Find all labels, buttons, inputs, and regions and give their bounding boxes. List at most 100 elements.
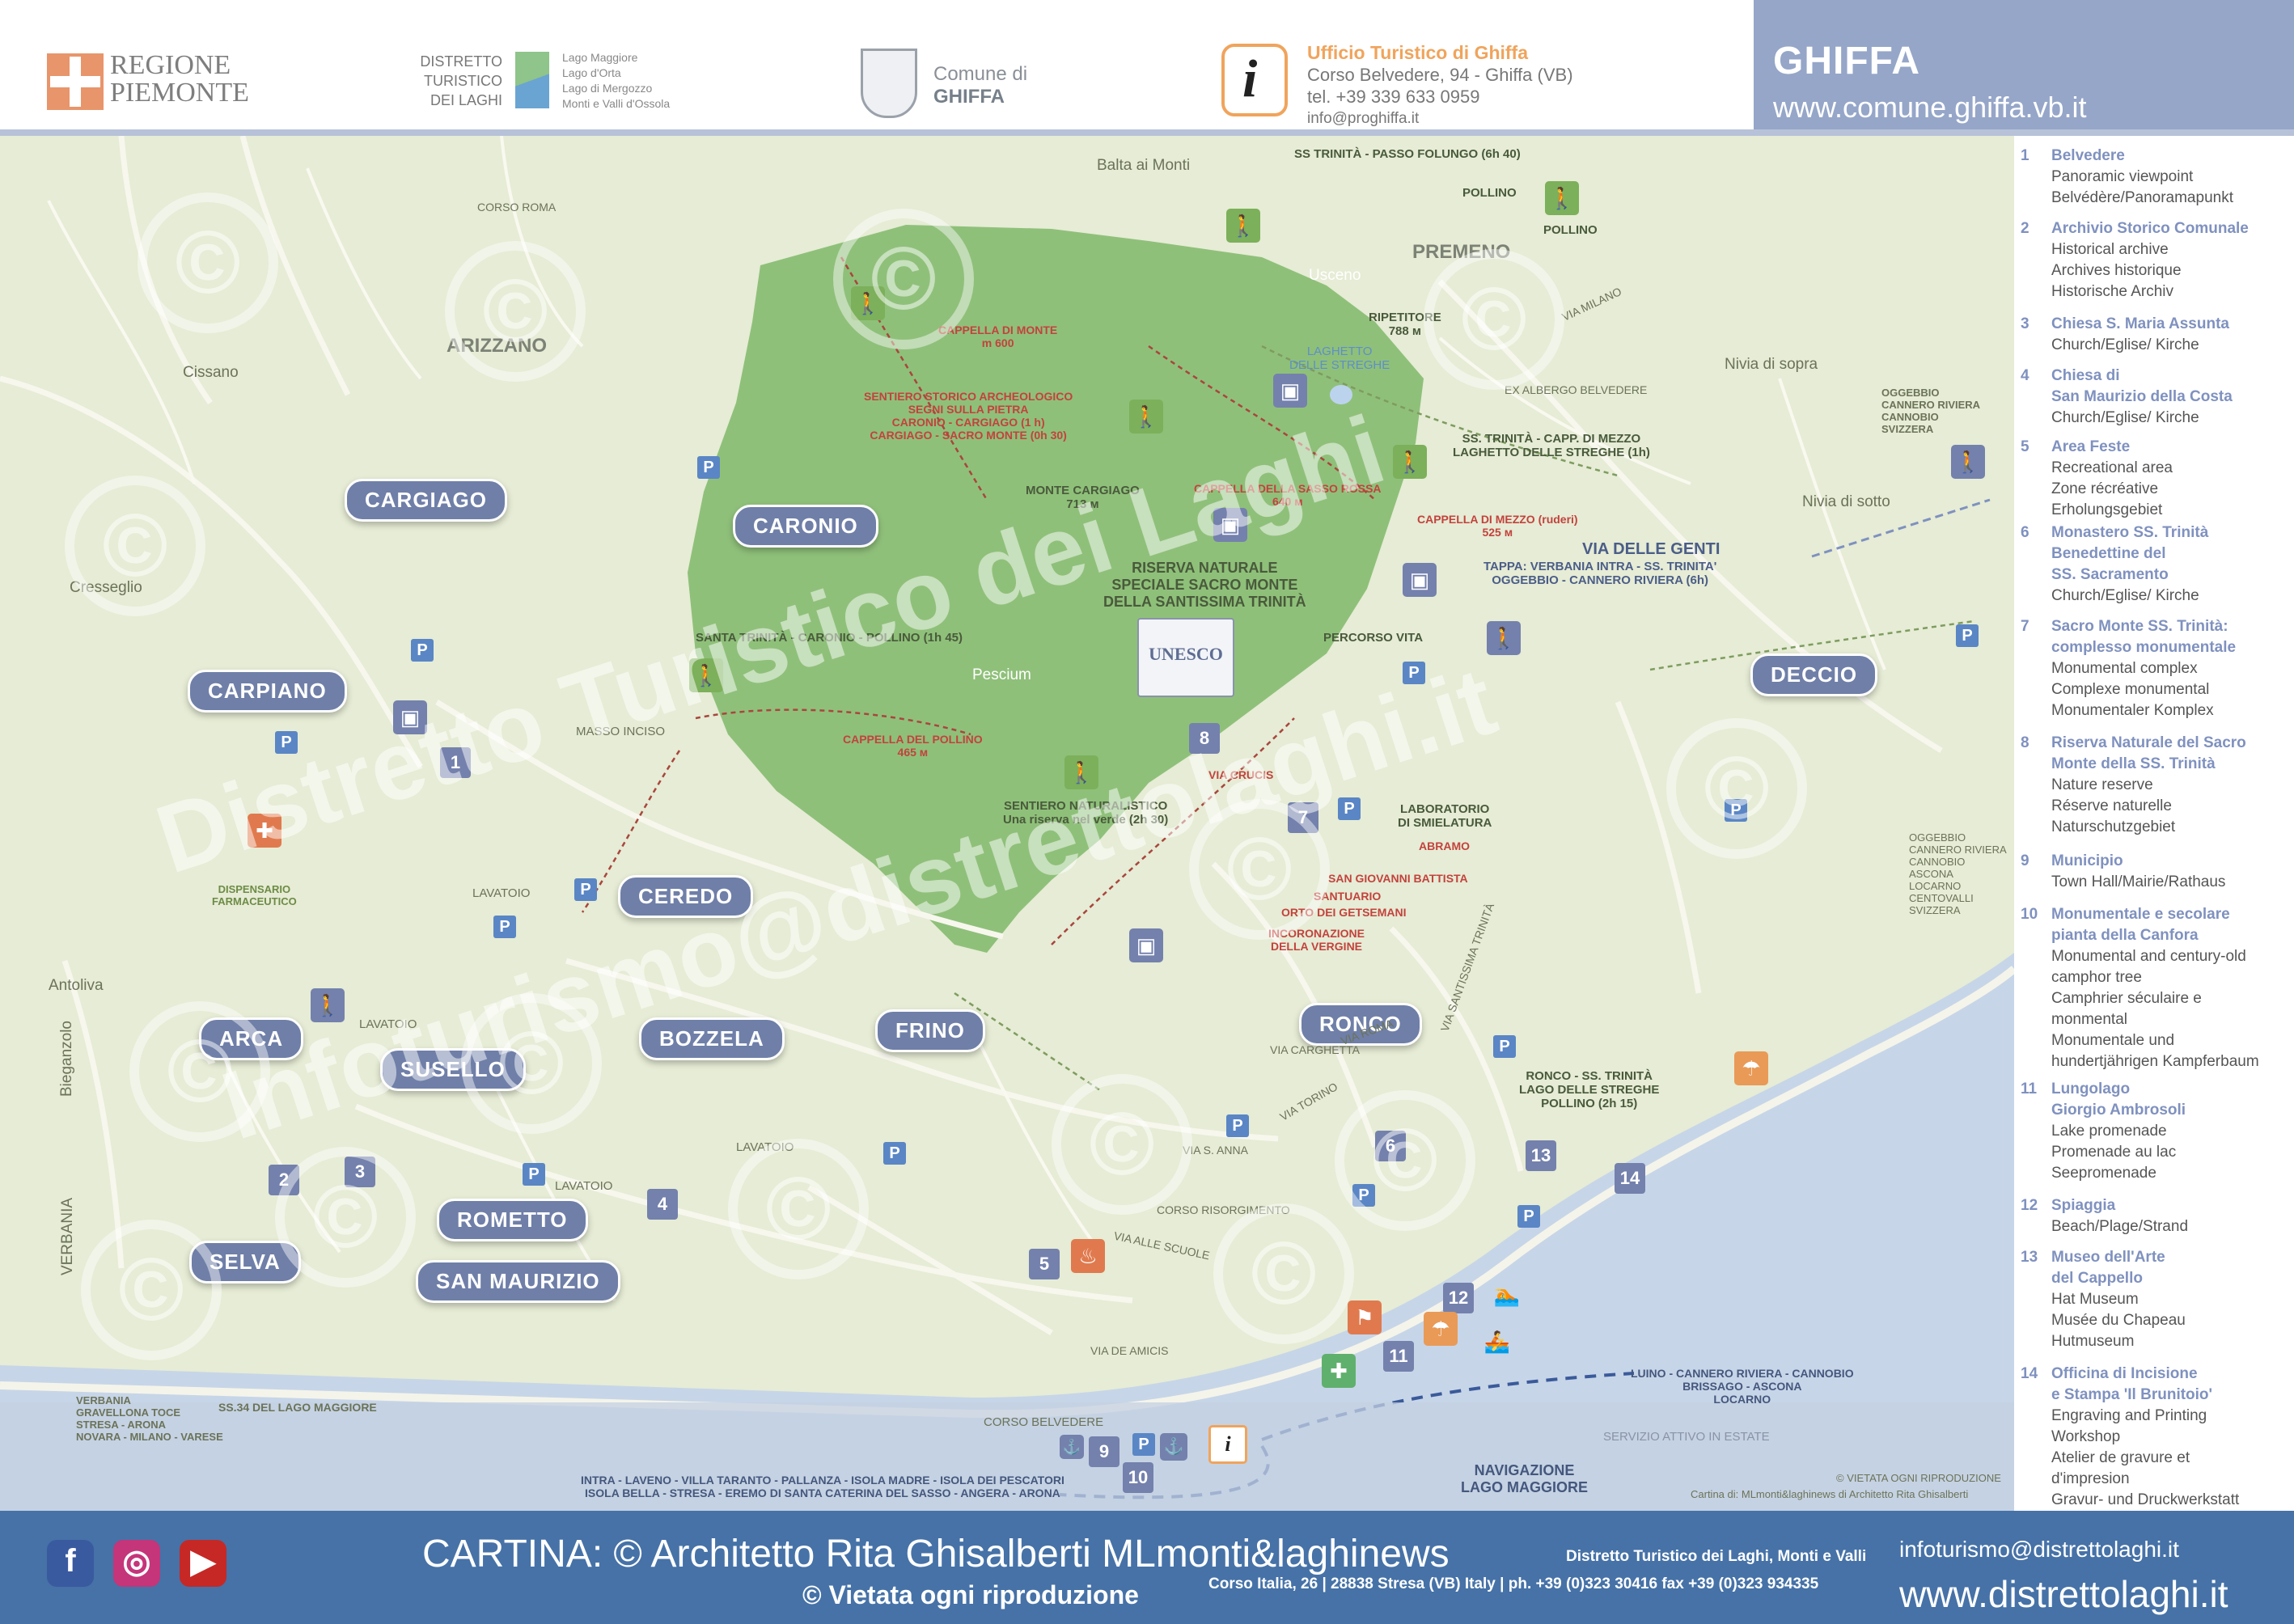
- facebook-icon[interactable]: f: [47, 1540, 94, 1587]
- legend-sub: Engraving and Printing Workshop Atelier …: [2051, 1407, 2240, 1508]
- poi-cappella-sasso: CAPPELLA DELLA SASSO ROSSA 640 м: [1194, 482, 1382, 508]
- place-nivia-sotto: Nivia di sotto: [1802, 493, 1890, 510]
- label-verbania-directions: VERBANIA GRAVELLONA TOCE STRESA - ARONA …: [76, 1394, 223, 1443]
- poi-badge-6[interactable]: 6: [1375, 1131, 1406, 1161]
- town-carpiano[interactable]: CARPIANO: [188, 670, 347, 713]
- town-cargiago[interactable]: CARGIAGO: [345, 479, 507, 522]
- ufficio-tel[interactable]: tel. +39 339 633 0959: [1307, 86, 1573, 108]
- town-selva[interactable]: SELVA: [189, 1241, 301, 1284]
- footer-website[interactable]: www.distrettolaghi.it: [1899, 1572, 2228, 1616]
- town-frino[interactable]: FRINO: [875, 1009, 985, 1052]
- poi-badge-2[interactable]: 2: [269, 1165, 299, 1195]
- hiking-icon: 🚶: [1129, 400, 1163, 433]
- map-area[interactable]: UNESCO CARGIAGO CARONIO CARPIANO CEREDO …: [0, 136, 2014, 1511]
- distretto-logo-icon: [515, 52, 549, 108]
- poi-badge-3[interactable]: 3: [345, 1157, 375, 1187]
- street-via-s-anna: VIA S. ANNA: [1183, 1144, 1248, 1157]
- ufficio-email[interactable]: info@proghiffa.it: [1307, 108, 1573, 129]
- poi-badge-13[interactable]: 13: [1526, 1140, 1556, 1171]
- route-santa-trinita-caronio: SANTA TRINITÀ - CARONIO - POLLINO (1h 45…: [696, 631, 963, 645]
- swimming-icon: 🏊: [1493, 1283, 1521, 1307]
- first-aid-icon: ✚: [248, 814, 281, 848]
- footer-email[interactable]: infoturismo@distrettolaghi.it: [1899, 1537, 2179, 1563]
- hiking-icon: 🚶: [1951, 445, 1985, 479]
- town-san-maurizio[interactable]: SAN MAURIZIO: [416, 1260, 620, 1303]
- town-caronio[interactable]: CARONIO: [733, 505, 878, 548]
- parking-icon: P: [275, 731, 298, 754]
- tourist-info-icon[interactable]: i: [1208, 1425, 1247, 1464]
- place-nivia-sopra: Nivia di sopra: [1725, 356, 1818, 373]
- unesco-badge: UNESCO: [1137, 618, 1234, 697]
- laghetto-delle-streghe: [1330, 385, 1352, 404]
- legend-title: Sacro Monte SS. Trinità: complesso monum…: [2051, 618, 2237, 656]
- parking-icon: P: [1493, 1035, 1516, 1058]
- boat-icon: ⚓: [1060, 1435, 1084, 1459]
- poi-badge-9[interactable]: 9: [1089, 1436, 1119, 1467]
- legend-number: 5: [2021, 438, 2029, 455]
- regione-line1: REGIONE: [110, 50, 231, 80]
- legend-number: 10: [2021, 906, 2038, 923]
- legend-sub: Beach/Plage/Strand: [2051, 1218, 2189, 1235]
- poi-monte-cargiago: MONTE CARGIAGO 713 м: [1026, 484, 1140, 511]
- poi-badge-10[interactable]: 10: [1123, 1462, 1153, 1493]
- poi-cappella-pollino: CAPPELLA DEL POLLINO 465 м: [843, 733, 983, 759]
- youtube-icon[interactable]: ▶: [180, 1540, 226, 1587]
- town-arca[interactable]: ARCA: [199, 1017, 304, 1060]
- town-ceredo[interactable]: CEREDO: [618, 875, 754, 918]
- legend-title: Monastero SS. Trinità Benedettine del SS…: [2051, 524, 2209, 583]
- beach-umbrella-icon: ☂: [1424, 1312, 1458, 1346]
- poi-badge-4[interactable]: 4: [647, 1189, 678, 1220]
- legend-title: Area Feste: [2051, 438, 2131, 455]
- poi-lavatoio-1: LAVATOIO: [472, 886, 531, 900]
- poi-laghetto: LAGHETTO DELLE STREGHE: [1289, 345, 1390, 372]
- regione-line2: PIEMONTE: [110, 78, 249, 108]
- instagram-icon[interactable]: ◎: [113, 1540, 160, 1587]
- legend-item-1[interactable]: 1 Belvedere Panoramic viewpoint Belvédèr…: [2021, 146, 2292, 210]
- legend-sub: Church/Eglise/ Kirche: [2051, 409, 2199, 426]
- legend-title: Monumentale e secolare pianta della Canf…: [2051, 906, 2230, 944]
- poi-lavatoio-3: LAVATOIO: [555, 1179, 613, 1193]
- beach-umbrella-icon: ☂: [1734, 1051, 1768, 1085]
- poi-badge-12[interactable]: 12: [1443, 1283, 1474, 1313]
- poi-dispensario: DISPENSARIO FARMACEUTICO: [212, 883, 297, 907]
- town-susello[interactable]: SUSELLO: [380, 1048, 526, 1091]
- route-tappa: TAPPA: VERBANIA INTRA - SS. TRINITA' OGG…: [1483, 560, 1717, 587]
- ferry-south-destinations: INTRA - LAVENO - VILLA TARANTO - PALLANZ…: [581, 1474, 1064, 1499]
- legend-sub: Monumental and century-old camphor tree …: [2051, 948, 2259, 1070]
- poi-ripetitore: RIPETITORE 788 м: [1369, 311, 1441, 338]
- route-sentiero-naturalistico: SENTIERO NATURALISTICO Una riserva nel v…: [1003, 799, 1169, 827]
- ufficio-turistico: Ufficio Turistico di Ghiffa Corso Belved…: [1307, 42, 1573, 129]
- place-arizzano: ARIZZANO: [447, 335, 547, 357]
- poi-badge-8[interactable]: 8: [1189, 723, 1220, 754]
- route-ss-trinita-capp: SS. TRINITÀ - CAPP. DI MEZZO LAGHETTO DE…: [1453, 432, 1650, 459]
- legend-title: Archivio Storico Comunale: [2051, 220, 2249, 237]
- poi-badge-14[interactable]: 14: [1615, 1163, 1645, 1194]
- footer-distretto: Distretto Turistico dei Laghi, Monti e V…: [1566, 1548, 1867, 1565]
- legend-sub: Panoramic viewpoint Belvédère/Panoramapu…: [2051, 168, 2233, 206]
- poi-santuario: SANTUARIO: [1314, 890, 1382, 903]
- poi-percorso-vita: PERCORSO VITA: [1323, 631, 1424, 645]
- distretto-line: TURISTICO: [424, 73, 502, 89]
- poi-via-crucis: VIA CRUCIS: [1208, 768, 1274, 781]
- poi-badge-5[interactable]: 5: [1029, 1249, 1060, 1279]
- route-sentiero-storico: SENTIERO STORICO ARCHEOLOGICO SEGNI SULL…: [864, 390, 1073, 442]
- poi-badge-11[interactable]: 11: [1383, 1341, 1414, 1372]
- poi-pollino-1: POLLINO: [1462, 186, 1517, 200]
- camera-icon: ▣: [1273, 374, 1307, 408]
- label-servizio-estate: SERVIZIO ATTIVO IN ESTATE: [1603, 1430, 1770, 1444]
- legend-title: Chiesa S. Maria Assunta: [2051, 315, 2229, 332]
- footer-vietata: © Vietata ogni riproduzione: [802, 1580, 1139, 1609]
- ghiffa-title: GHIFFA: [1773, 40, 1920, 82]
- parking-icon: P: [883, 1142, 906, 1165]
- ghiffa-url[interactable]: www.comune.ghiffa.vb.it: [1773, 91, 2087, 125]
- poi-badge-1[interactable]: 1: [440, 747, 471, 778]
- hiking-icon: 🚶: [1393, 445, 1427, 479]
- town-bozzela[interactable]: BOZZELA: [639, 1017, 785, 1060]
- legend-number: 6: [2021, 524, 2029, 541]
- legend-sub: Church/Eglise/ Kirche: [2051, 336, 2199, 353]
- legend-sub: Church/Eglise/ Kirche: [2051, 587, 2199, 604]
- poi-badge-7[interactable]: 7: [1288, 802, 1318, 833]
- comune-ghiffa-logo: Comune di GHIFFA: [933, 63, 1027, 108]
- town-rometto[interactable]: ROMETTO: [437, 1199, 588, 1241]
- town-deccio[interactable]: DECCIO: [1750, 653, 1878, 696]
